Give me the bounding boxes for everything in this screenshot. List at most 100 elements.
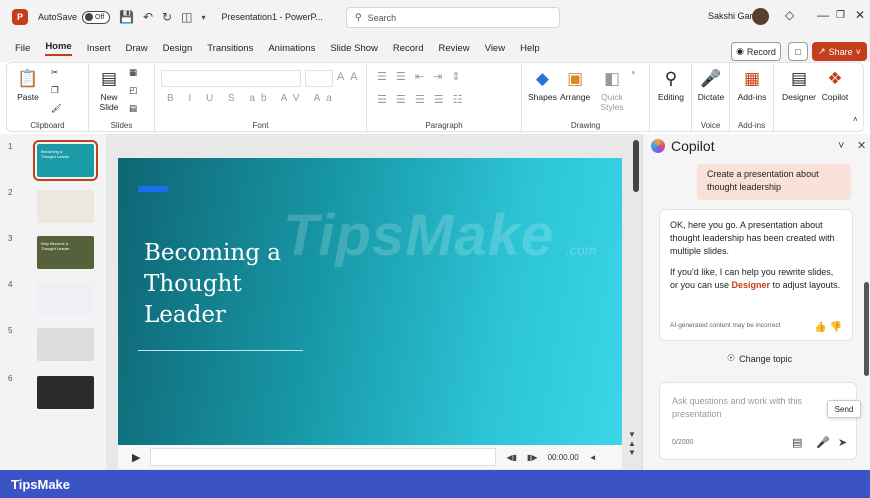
diamond-icon[interactable]: ◇ — [785, 8, 794, 22]
addins-label: Add-ins — [737, 121, 766, 130]
shape-fill-icon[interactable]: ◑ — [630, 67, 635, 77]
clipboard-group: 📋 Paste ✂ ❐ 🖌 Clipboard — [7, 63, 89, 133]
editing-label: Editing — [658, 92, 684, 102]
tab-record[interactable]: Record — [393, 43, 424, 54]
brand-footer: TipsMake — [0, 470, 870, 498]
format-painter-icon[interactable]: 🖌 — [51, 103, 62, 114]
section-icon[interactable]: ▤ — [129, 103, 137, 114]
addins-text: Add-ins — [737, 92, 767, 102]
record-button[interactable]: ◉ Record — [731, 42, 781, 61]
tab-home[interactable]: Home — [45, 41, 72, 56]
slide-accent-bar — [138, 186, 168, 192]
thumbs-up-down-icon[interactable]: 👍 👎 — [814, 321, 842, 334]
new-slide-button[interactable]: ▤ New Slide — [95, 69, 123, 112]
reset-icon[interactable]: ◰ — [129, 85, 137, 96]
tab-help[interactable]: Help — [520, 43, 540, 54]
designer-link[interactable]: Designer — [732, 280, 771, 290]
send-icon[interactable]: ➤ — [838, 436, 847, 449]
slide-thumbnail[interactable] — [37, 376, 94, 409]
share-icon: ↗ — [818, 46, 826, 56]
slide-thumbnail[interactable] — [37, 328, 94, 361]
chevron-down-icon[interactable]: ˅ — [838, 140, 844, 152]
slide-thumbnail[interactable]: Why Become a Thought Leader — [37, 236, 94, 269]
avatar[interactable] — [752, 8, 769, 25]
quick-styles-label: Quick Styles — [600, 92, 624, 112]
paste-icon: 📋 — [17, 69, 39, 88]
user-name[interactable]: Sakshi Garg — [708, 11, 758, 21]
restore-icon[interactable]: ❐ — [836, 10, 845, 21]
editor-scrollbar[interactable] — [633, 140, 639, 192]
customize-toolbar-icon[interactable]: ▾ — [201, 13, 205, 22]
shapes-button[interactable]: ◆ Shapes — [528, 69, 557, 102]
autosave-toggle[interactable]: Off — [82, 10, 111, 24]
copilot-input[interactable]: Ask questions and work with this present… — [659, 382, 857, 460]
copilot-response: OK, here you go. A presentation about th… — [659, 209, 853, 341]
comment-icon: □ — [795, 46, 801, 57]
designer-button[interactable]: ▤ Designer — [779, 69, 819, 102]
slide-editor: TipsMake .com Becoming a Thought Leader … — [106, 134, 642, 470]
media-progress-bar[interactable] — [150, 448, 497, 466]
list-icons[interactable]: ☰ ☰ ⇤ ⇥ ⇕ — [377, 70, 464, 83]
grow-font-icon[interactable]: A A — [337, 71, 360, 83]
close-icon[interactable]: ✕ — [857, 139, 866, 152]
tab-insert[interactable]: Insert — [87, 43, 111, 54]
play-icon[interactable]: ▶ — [132, 451, 140, 464]
copilot-scrollbar[interactable] — [864, 282, 869, 376]
volume-icon[interactable]: ◄ — [589, 453, 597, 462]
arrange-button[interactable]: ▣ Arrange — [560, 69, 590, 102]
save-icon[interactable]: 💾 — [119, 10, 134, 24]
tab-review[interactable]: Review — [439, 43, 470, 54]
watermark-suffix: .com — [566, 242, 597, 258]
dictate-button[interactable]: 🎤 Dictate — [696, 69, 726, 102]
shapes-icon: ◆ — [535, 69, 549, 88]
minimize-icon[interactable]: — — [817, 8, 829, 22]
present-icon[interactable]: ◫ — [181, 10, 192, 24]
prompt-guide-icon[interactable]: ▤ — [792, 436, 802, 449]
change-topic-button[interactable]: ☉ Change topic — [727, 353, 792, 364]
search-input[interactable]: ⚲ Search — [346, 7, 560, 28]
editing-button[interactable]: ⚲ Editing — [654, 69, 688, 102]
copy-icon[interactable]: ❐ — [51, 85, 59, 96]
quick-styles-button[interactable]: ◧ Quick Styles — [598, 69, 626, 112]
microphone-icon[interactable]: 🎤 — [816, 436, 830, 449]
comments-button[interactable]: □ — [788, 42, 808, 61]
font-family-select[interactable] — [161, 70, 301, 87]
forward-icon[interactable]: ▮▶ — [527, 453, 538, 462]
slide-canvas[interactable]: TipsMake .com Becoming a Thought Leader — [118, 158, 622, 445]
toggle-knob — [85, 13, 94, 21]
collapse-ribbon-icon[interactable]: ˄ — [853, 115, 858, 124]
redo-icon[interactable]: ↻ — [162, 10, 172, 24]
designer-label: Designer — [781, 92, 817, 102]
align-icons[interactable]: ☰ ☰ ☰ ☰ ☷ — [377, 93, 466, 106]
slide-number: 1 — [8, 142, 13, 151]
cut-icon[interactable]: ✂ — [51, 67, 58, 78]
media-playbar: ▶ ◀▮ ▮▶ 00:00.00 ◄ — [118, 445, 622, 469]
tab-slide-show[interactable]: Slide Show — [330, 43, 378, 54]
tab-view[interactable]: View — [485, 43, 505, 54]
tab-animations[interactable]: Animations — [268, 43, 315, 54]
rewind-icon[interactable]: ◀▮ — [506, 453, 517, 462]
addins-button[interactable]: ▦ Add-ins — [734, 69, 770, 102]
layout-icon[interactable]: ▦ — [129, 67, 137, 78]
scroll-arrows-icon[interactable]: ▼ ▲ ▼ — [628, 430, 636, 457]
copilot-header: Copilot — [651, 138, 715, 154]
slide-thumbnail[interactable] — [37, 190, 94, 223]
tab-draw[interactable]: Draw — [125, 43, 147, 54]
brand-label: TipsMake — [11, 476, 71, 492]
tab-design[interactable]: Design — [163, 43, 193, 54]
slide-thumbnail[interactable]: Becoming a Thought Leader — [33, 140, 98, 181]
close-icon[interactable]: ✕ — [855, 8, 865, 22]
share-button[interactable]: ↗ Share ˅ — [812, 42, 867, 61]
paste-button[interactable]: 📋 Paste — [13, 69, 43, 102]
tab-transitions[interactable]: Transitions — [207, 43, 253, 54]
tab-file[interactable]: File — [15, 43, 30, 54]
slide-title[interactable]: Becoming a Thought Leader — [144, 238, 324, 331]
font-format-controls[interactable]: B I U S ab AV Aa — [167, 93, 338, 104]
microphone-icon: 🎤 — [700, 69, 722, 88]
slide-thumbnail[interactable] — [37, 282, 94, 315]
font-size-select[interactable] — [305, 70, 333, 87]
undo-icon[interactable]: ↶ — [143, 10, 153, 24]
slides-group: ▤ New Slide ▦ ◰ ▤ Slides — [89, 63, 155, 133]
copilot-button[interactable]: ❖ Copilot — [819, 69, 851, 102]
find-icon: ⚲ — [664, 69, 678, 88]
